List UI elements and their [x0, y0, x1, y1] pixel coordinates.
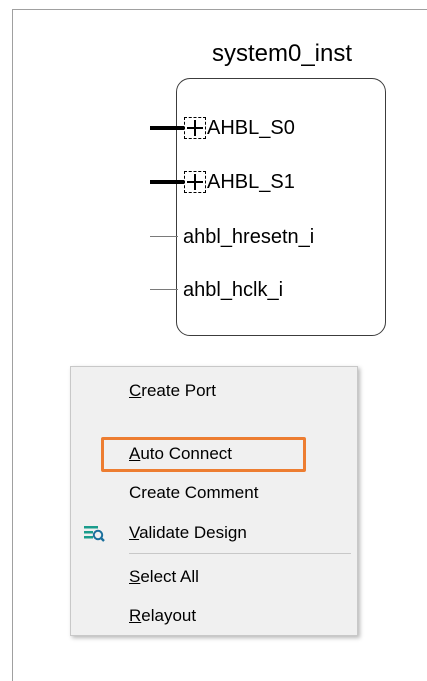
menu-separator — [129, 553, 351, 554]
signal-pin-wire[interactable] — [150, 289, 178, 290]
pin-label: AHBL_S0 — [207, 117, 295, 139]
validate-design-icon — [84, 526, 105, 542]
bus-expand-icon[interactable] — [184, 171, 206, 193]
menu-item-label: elayout — [141, 606, 197, 625]
bus-pin-wire[interactable] — [150, 180, 184, 184]
mnemonic: V — [129, 523, 140, 542]
context-menu: Create Port Auto Connect Create Comment … — [70, 366, 358, 636]
bus-pin-wire[interactable] — [150, 126, 184, 130]
menu-item-relayout[interactable]: Relayout — [71, 601, 357, 631]
pin-label: ahbl_hresetn_i — [183, 226, 315, 248]
menu-item-label: alidate Design — [139, 523, 247, 542]
schematic-canvas[interactable]: system0_inst AHBL_S0 AHBL_S1 ahbl_hreset… — [0, 0, 427, 681]
menu-item-label: elect All — [140, 567, 199, 586]
canvas-border-top — [12, 9, 427, 10]
menu-item-select-all[interactable]: Select All — [71, 562, 357, 592]
highlight-box — [101, 437, 306, 472]
menu-item-create-comment[interactable]: Create Comment — [71, 478, 357, 508]
menu-item-label: reate Port — [141, 381, 216, 400]
pin-label: AHBL_S1 — [207, 171, 295, 193]
instance-name: system0_inst — [211, 40, 353, 67]
signal-pin-wire[interactable] — [150, 236, 178, 237]
menu-item-create-port[interactable]: Create Port — [71, 376, 357, 406]
menu-item-validate-design[interactable]: Validate Design — [71, 518, 357, 548]
mnemonic: S — [129, 567, 141, 586]
canvas-border-left — [12, 9, 13, 681]
menu-item-label: Create Comment — [129, 483, 259, 502]
pin-label: ahbl_hclk_i — [183, 279, 284, 301]
mnemonic: C — [129, 381, 142, 400]
bus-expand-icon[interactable] — [184, 117, 206, 139]
mnemonic: R — [129, 606, 142, 625]
